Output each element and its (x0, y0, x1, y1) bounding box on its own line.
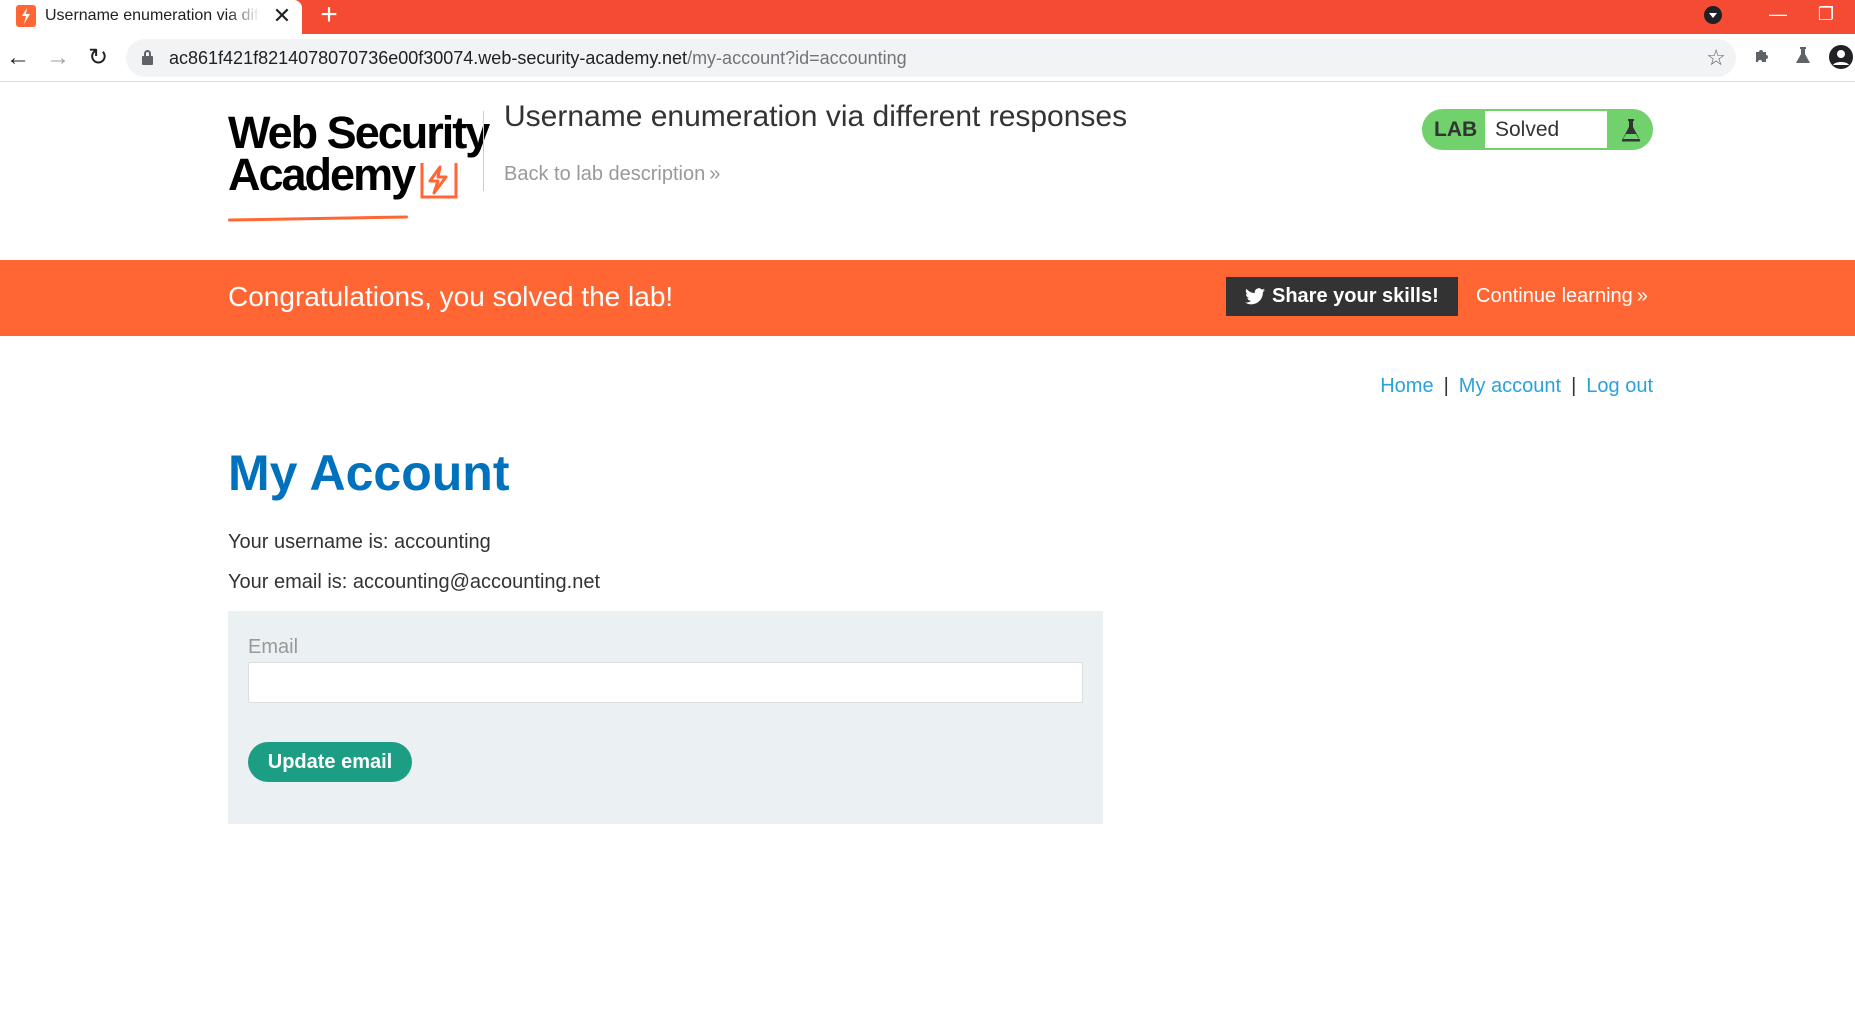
nav-log-out-link[interactable]: Log out (1586, 375, 1653, 397)
extensions-puzzle-icon[interactable] (1750, 45, 1776, 71)
account-nav: Home | My account | Log out (1370, 373, 1653, 403)
tab-search-icon[interactable] (1704, 6, 1722, 24)
portswigger-favicon-icon (16, 5, 36, 27)
nav-separator: | (1443, 375, 1449, 397)
url-path: /my-account?id=accounting (687, 48, 907, 68)
share-your-skills-button[interactable]: Share your skills! (1226, 277, 1458, 316)
lock-icon[interactable] (142, 50, 153, 65)
double-chevron-right-icon: » (709, 163, 721, 185)
continue-learning-link[interactable]: Continue learning» (1476, 283, 1648, 309)
tab-title: Username enumeration via different respo… (45, 7, 260, 24)
browser-toolbar: ← → ↻ ac861f421f8214078070736e00f30074.w… (0, 34, 1855, 82)
browser-tab-bar: Username enumeration via different respo… (0, 0, 1855, 34)
twitter-bird-icon (1245, 288, 1265, 305)
username-info: Your username is: accounting (228, 531, 491, 553)
email-input[interactable] (248, 662, 1083, 703)
update-email-button[interactable]: Update email (248, 742, 412, 782)
lab-badge-label: LAB (1434, 118, 1478, 141)
logo-bolt-icon (420, 163, 458, 199)
minimize-icon[interactable]: — (1758, 0, 1798, 28)
nav-my-account-link[interactable]: My account (1459, 375, 1561, 397)
url-host: ac861f421f8214078070736e00f30074.web-sec… (169, 48, 688, 68)
page-title: My Account (228, 445, 510, 501)
lab-status-text: Solved (1485, 111, 1607, 148)
url-text[interactable]: ac861f421f8214078070736e00f30074.web-sec… (169, 48, 907, 68)
profile-avatar-icon[interactable] (1828, 45, 1854, 71)
logo-underline (227, 215, 409, 222)
congratulations-message: Congratulations, you solved the lab! (228, 281, 674, 312)
tab-close-icon[interactable]: ✕ (270, 3, 294, 29)
page-content: Web Security Academy Username enumeratio… (0, 83, 1855, 1013)
reload-icon[interactable]: ↻ (82, 42, 114, 74)
update-email-form: Email Update email (228, 611, 1103, 824)
web-security-academy-logo[interactable]: Web Security Academy (227, 109, 490, 222)
header-divider (483, 111, 484, 191)
bookmark-star-icon[interactable]: ☆ (1706, 45, 1726, 71)
address-bar[interactable]: ac861f421f8214078070736e00f30074.web-sec… (126, 39, 1736, 77)
lab-title: Username enumeration via different respo… (504, 100, 1128, 133)
labs-flask-icon[interactable] (1790, 45, 1816, 71)
restore-icon[interactable]: ❐ (1806, 0, 1846, 28)
continue-learning-label: Continue learning (1476, 285, 1633, 307)
forward-arrow-icon[interactable]: → (42, 42, 74, 74)
email-field-label: Email (248, 636, 299, 658)
back-to-lab-description-link[interactable]: Back to lab description» (504, 161, 720, 187)
email-info: Your email is: accounting@accounting.net (228, 571, 601, 593)
lab-status-badge: LAB Solved (1422, 109, 1653, 150)
new-tab-button[interactable]: + (314, 0, 344, 30)
nav-separator: | (1571, 375, 1577, 397)
browser-tab-active[interactable]: Username enumeration via different respo… (0, 0, 302, 34)
back-link-label: Back to lab description (504, 163, 706, 185)
nav-home-link[interactable]: Home (1380, 375, 1433, 397)
share-button-label: Share your skills! (1272, 285, 1439, 307)
logo-text-line2: Academy (228, 149, 416, 200)
double-chevron-right-icon: » (1636, 285, 1648, 307)
back-arrow-icon[interactable]: ← (2, 42, 34, 74)
flask-icon (1621, 119, 1641, 142)
lab-solved-banner: Congratulations, you solved the lab! Sha… (0, 260, 1855, 336)
